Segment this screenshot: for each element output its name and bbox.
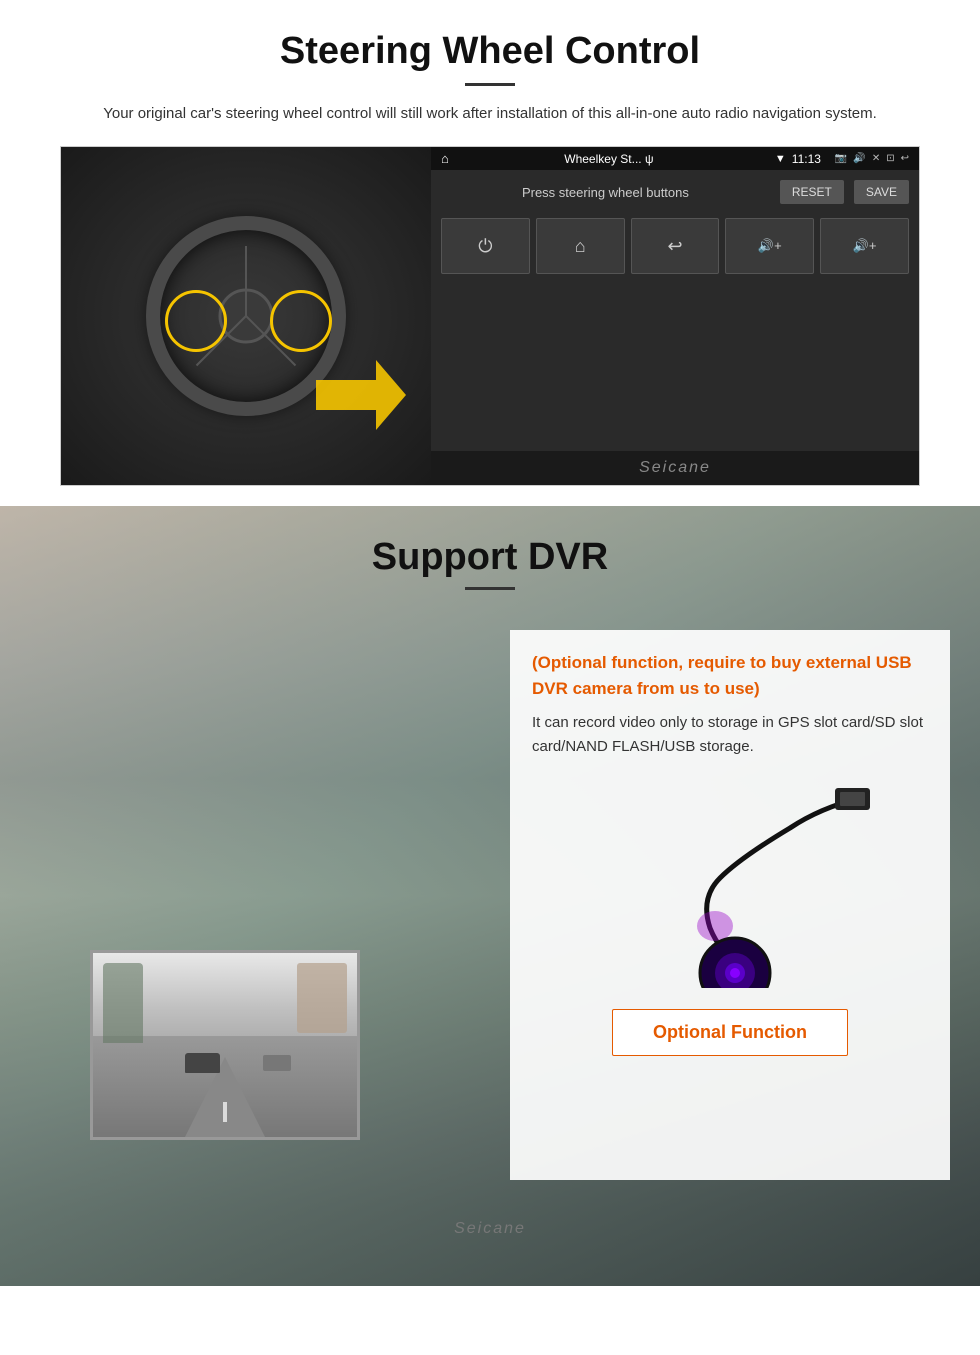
swc-header: Press steering wheel buttons RESET SAVE bbox=[441, 180, 909, 204]
swc-keys-row: ⏻ ⌂ ↩ 🔊+ 🔊+ bbox=[441, 218, 909, 274]
right-button-circle bbox=[270, 290, 332, 352]
swc-key-home[interactable]: ⌂ bbox=[536, 218, 625, 274]
dvr-cam-inner bbox=[93, 953, 357, 1137]
dvr-optional-btn-area: Optional Function bbox=[532, 1009, 928, 1056]
dvr-watermark: Seicane bbox=[0, 1210, 980, 1248]
reset-button[interactable]: RESET bbox=[780, 180, 844, 204]
dvr-main-layout: (Optional function, require to buy exter… bbox=[0, 630, 980, 1180]
steering-wheel-photo bbox=[61, 147, 431, 485]
steering-section: Steering Wheel Control Your original car… bbox=[0, 0, 980, 506]
steering-title-underline bbox=[465, 83, 515, 86]
android-screen: ⌂ Wheelkey St... ψ ▼ 11:13 📷 🔊 ✕ ⊡ ↩ Pre… bbox=[431, 147, 919, 485]
swc-key-vol-up[interactable]: 🔊+ bbox=[725, 218, 814, 274]
dvr-content: Support DVR bbox=[0, 506, 980, 1248]
dvr-thumbnail bbox=[90, 950, 360, 1140]
dvr-optional-text: (Optional function, require to buy exter… bbox=[532, 650, 928, 701]
swc-label: Press steering wheel buttons bbox=[441, 185, 770, 200]
status-time: 11:13 bbox=[792, 152, 821, 166]
dvr-description: It can record video only to storage in G… bbox=[532, 711, 928, 759]
dvr-title-underline bbox=[465, 587, 515, 590]
dvr-camera-image bbox=[532, 773, 928, 993]
optional-function-button[interactable]: Optional Function bbox=[612, 1009, 848, 1056]
dvr-section: Support DVR bbox=[0, 506, 980, 1286]
steering-watermark: Seicane bbox=[431, 451, 919, 485]
dvr-title-area: Support DVR bbox=[0, 536, 980, 610]
swc-key-vol-down[interactable]: 🔊+ bbox=[820, 218, 909, 274]
dvr-camera-svg bbox=[540, 778, 920, 988]
android-content: Press steering wheel buttons RESET SAVE … bbox=[431, 170, 919, 451]
android-statusbar: ⌂ Wheelkey St... ψ ▼ 11:13 📷 🔊 ✕ ⊡ ↩ bbox=[431, 147, 919, 170]
steering-title: Steering Wheel Control bbox=[60, 30, 920, 73]
swc-key-back[interactable]: ↩ bbox=[631, 218, 720, 274]
steering-description: Your original car's steering wheel contr… bbox=[60, 102, 920, 126]
dvr-title: Support DVR bbox=[0, 536, 980, 579]
save-button[interactable]: SAVE bbox=[854, 180, 909, 204]
dvr-info-card: (Optional function, require to buy exter… bbox=[510, 630, 950, 1180]
app-title: Wheelkey St... ψ bbox=[455, 152, 763, 166]
steering-image-container: ⌂ Wheelkey St... ψ ▼ 11:13 📷 🔊 ✕ ⊡ ↩ Pre… bbox=[60, 146, 920, 486]
swc-key-power[interactable]: ⏻ bbox=[441, 218, 530, 274]
left-button-circle bbox=[165, 290, 227, 352]
home-icon: ⌂ bbox=[441, 151, 449, 166]
yellow-arrow bbox=[316, 360, 406, 435]
dvr-left-area bbox=[30, 630, 490, 1180]
